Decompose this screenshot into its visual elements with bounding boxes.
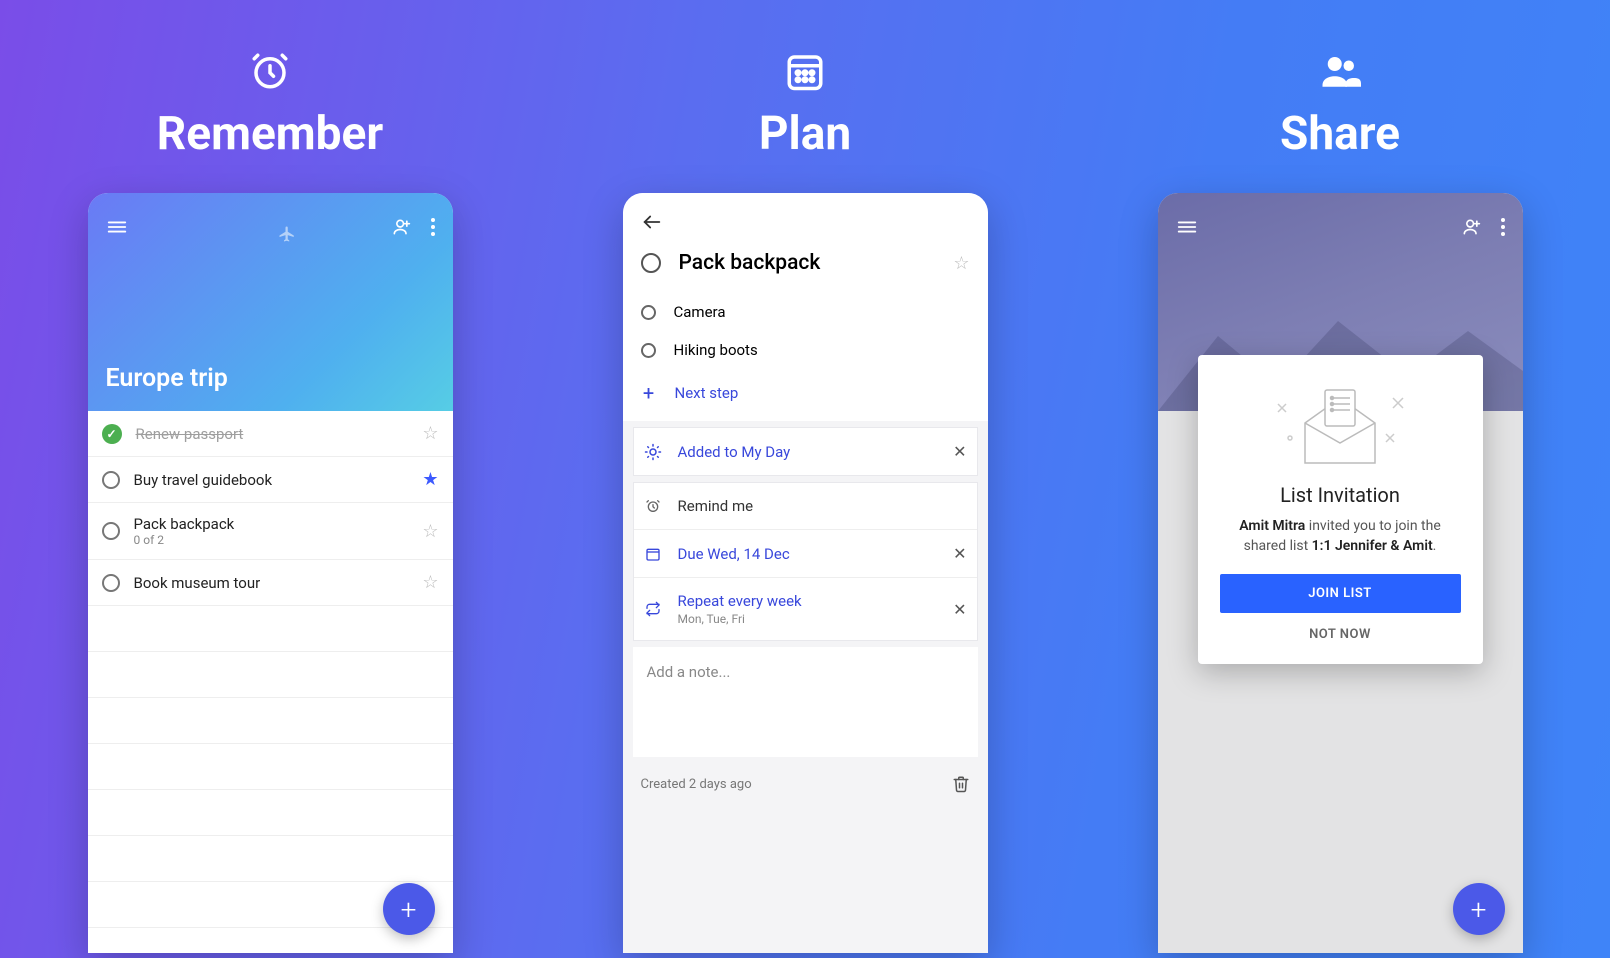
- checkbox-icon[interactable]: [641, 253, 661, 273]
- more-icon[interactable]: [431, 218, 435, 236]
- task-detail-title: Pack backpack: [679, 251, 936, 275]
- people-icon: [1319, 50, 1361, 92]
- star-icon[interactable]: ☆: [953, 253, 969, 274]
- task-row[interactable]: Buy travel guidebook ★: [88, 457, 453, 503]
- empty-row: [88, 836, 453, 882]
- remind-row[interactable]: Remind me: [634, 483, 977, 529]
- column-plan: Plan Pack backpack ☆ Camera: [595, 50, 1015, 958]
- repeat-row[interactable]: Repeat every week Mon, Tue, Fri ✕: [634, 577, 977, 640]
- due-row[interactable]: Due Wed, 14 Dec ✕: [634, 529, 977, 577]
- checkmark-done-icon[interactable]: [102, 424, 122, 444]
- task-text: Pack backpack: [134, 515, 409, 533]
- plus-icon: +: [641, 381, 657, 405]
- step-text: Camera: [674, 303, 726, 321]
- star-icon[interactable]: ☆: [422, 521, 438, 542]
- list-header: Europe trip: [88, 193, 453, 411]
- list-title: Europe trip: [106, 364, 228, 393]
- alarm-icon: [249, 50, 291, 92]
- checkbox-icon[interactable]: [641, 305, 656, 320]
- remember-phone: Europe trip Renew passport ☆ Buy travel …: [88, 193, 453, 953]
- plan-phone: Pack backpack ☆ Camera Hiking boots + Ne…: [623, 193, 988, 953]
- close-icon[interactable]: ✕: [953, 442, 966, 461]
- back-icon[interactable]: [641, 211, 663, 233]
- my-day-row[interactable]: Added to My Day ✕: [634, 428, 977, 475]
- due-label: Due Wed, 14 Dec: [678, 545, 938, 563]
- column-share: Share: [1130, 50, 1550, 958]
- trash-icon[interactable]: [952, 775, 970, 793]
- more-icon[interactable]: [1501, 218, 1505, 236]
- not-now-button[interactable]: NOT NOW: [1220, 627, 1461, 642]
- my-day-label: Added to My Day: [678, 443, 938, 461]
- sun-icon: [644, 443, 662, 461]
- add-person-icon[interactable]: [1461, 217, 1481, 237]
- close-icon[interactable]: ✕: [953, 600, 966, 619]
- next-step-button[interactable]: + Next step: [641, 369, 970, 421]
- task-subtitle: 0 of 2: [134, 533, 409, 547]
- column-title: Plan: [759, 107, 851, 161]
- empty-row: [88, 606, 453, 652]
- calendar-icon: [644, 546, 662, 562]
- add-task-fab[interactable]: +: [383, 883, 435, 935]
- schedule-block: Remind me Due Wed, 14 Dec ✕ Repeat every…: [633, 482, 978, 641]
- step-text: Hiking boots: [674, 341, 758, 359]
- invite-description: Amit Mitra invited you to join the share…: [1220, 517, 1461, 556]
- repeat-label: Repeat every week: [678, 592, 938, 610]
- task-text: Book museum tour: [134, 574, 409, 592]
- created-row: Created 2 days ago: [623, 763, 988, 805]
- note-input[interactable]: Add a note...: [633, 647, 978, 757]
- my-day-block: Added to My Day ✕: [633, 427, 978, 476]
- join-list-button[interactable]: JOIN LIST: [1220, 574, 1461, 613]
- column-title: Remember: [157, 107, 383, 161]
- plane-icon: [278, 225, 296, 243]
- share-phone: +: [1158, 193, 1523, 953]
- calendar-icon: [784, 50, 826, 92]
- next-step-label: Next step: [675, 384, 739, 402]
- star-icon[interactable]: ☆: [422, 572, 438, 593]
- task-row[interactable]: Book museum tour ☆: [88, 560, 453, 606]
- remind-label: Remind me: [678, 497, 967, 515]
- note-placeholder: Add a note...: [647, 663, 731, 681]
- checkbox-icon[interactable]: [641, 343, 656, 358]
- step-row[interactable]: Camera: [641, 293, 970, 331]
- column-title: Share: [1280, 107, 1400, 161]
- task-text: Buy travel guidebook: [134, 471, 409, 489]
- star-icon[interactable]: ★: [422, 469, 438, 490]
- empty-row: [88, 652, 453, 698]
- envelope-illustration: [1220, 375, 1461, 475]
- add-person-icon[interactable]: [391, 217, 411, 237]
- repeat-sub: Mon, Tue, Fri: [678, 612, 938, 626]
- empty-row: [88, 698, 453, 744]
- empty-row: [88, 790, 453, 836]
- star-icon[interactable]: ☆: [422, 423, 438, 444]
- repeat-icon: [644, 601, 662, 617]
- invite-title: List Invitation: [1220, 483, 1461, 507]
- task-row[interactable]: Pack backpack 0 of 2 ☆: [88, 503, 453, 560]
- invite-list-name: 1:1 Jennifer & Amit: [1312, 538, 1433, 554]
- created-label: Created 2 days ago: [641, 777, 752, 792]
- menu-icon[interactable]: [106, 216, 128, 238]
- inviter-name: Amit Mitra: [1239, 518, 1305, 534]
- column-remember: Remember: [60, 50, 480, 958]
- close-icon[interactable]: ✕: [953, 544, 966, 563]
- step-row[interactable]: Hiking boots: [641, 331, 970, 369]
- checkbox-icon[interactable]: [102, 522, 120, 540]
- menu-icon[interactable]: [1176, 216, 1198, 238]
- alarm-icon: [644, 498, 662, 514]
- checkbox-icon[interactable]: [102, 471, 120, 489]
- empty-row: [88, 744, 453, 790]
- task-text: Renew passport: [136, 425, 409, 443]
- add-task-fab[interactable]: +: [1453, 883, 1505, 935]
- checkbox-icon[interactable]: [102, 574, 120, 592]
- task-list: Renew passport ☆ Buy travel guidebook ★ …: [88, 411, 453, 953]
- task-row[interactable]: Renew passport ☆: [88, 411, 453, 457]
- invite-card: List Invitation Amit Mitra invited you t…: [1198, 355, 1483, 664]
